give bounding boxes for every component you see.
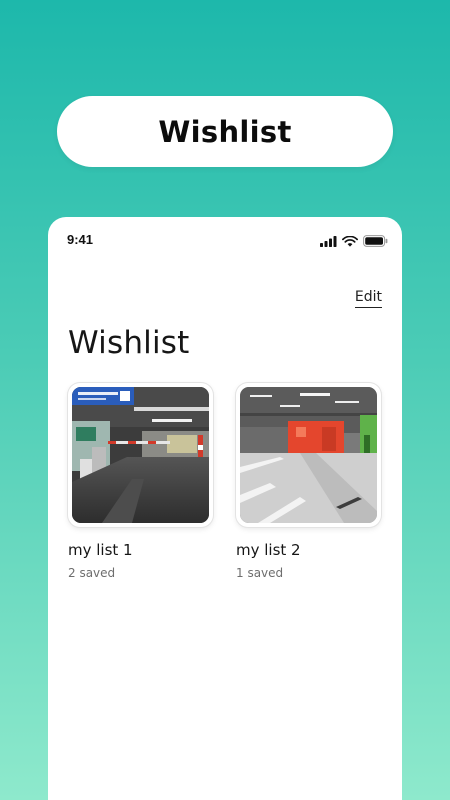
page-title: Wishlist bbox=[68, 325, 190, 361]
banner-title: Wishlist bbox=[158, 114, 292, 149]
wishlist-grid: my list 1 2 saved my list 2 1 saved bbox=[68, 383, 381, 580]
wifi-icon bbox=[342, 235, 358, 247]
status-bar: 9:41 bbox=[48, 217, 402, 261]
wishlist-card-my-list-2[interactable]: my list 2 1 saved bbox=[236, 383, 381, 580]
wishlist-card-my-list-1[interactable]: my list 1 2 saved bbox=[68, 383, 213, 580]
wishlist-thumbnail[interactable] bbox=[68, 383, 213, 527]
wishlist-thumbnail[interactable] bbox=[236, 383, 381, 527]
wishlist-saved-count: 2 saved bbox=[68, 566, 116, 580]
parking-garage-interior-photo bbox=[240, 387, 377, 523]
status-time: 9:41 bbox=[67, 232, 94, 247]
banner-title-pill: Wishlist bbox=[57, 96, 393, 167]
wishlist-saved-count: 1 saved bbox=[236, 566, 284, 580]
wishlist-name: my list 2 bbox=[236, 541, 301, 559]
edit-button[interactable]: Edit bbox=[354, 289, 382, 308]
battery-icon bbox=[363, 235, 388, 247]
phone-screen: 9:41 Edit Wishlist my list 1 2 saved my … bbox=[48, 217, 402, 800]
status-icons bbox=[320, 235, 388, 247]
wishlist-name: my list 1 bbox=[68, 541, 133, 559]
signal-icon bbox=[320, 235, 337, 247]
parking-garage-exit-photo bbox=[72, 387, 209, 523]
